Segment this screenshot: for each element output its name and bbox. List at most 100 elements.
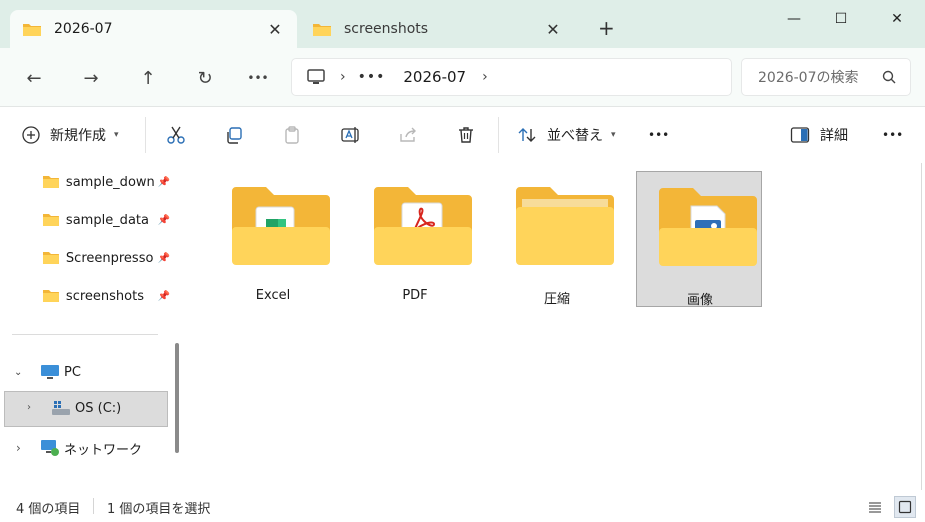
details-label: 詳細: [820, 128, 848, 144]
folder-label: Excel: [255, 288, 291, 303]
folder-label: PDF: [402, 288, 428, 303]
command-bar: 新規作成 ▾ 並べ替え ▾ ••• 詳細 •••: [0, 107, 925, 164]
folder-icon: [42, 290, 59, 302]
chevron-right-icon[interactable]: ›: [27, 402, 31, 413]
pdf-folder-icon: [374, 187, 472, 265]
details-pane-icon: [790, 127, 810, 143]
details-view-button[interactable]: [864, 496, 886, 518]
sort-arrows-icon: [518, 128, 536, 142]
new-tab-button[interactable]: +: [598, 16, 615, 40]
details-pane-button[interactable]: 詳細: [790, 121, 848, 149]
tab-close-icon[interactable]: ✕: [539, 20, 567, 39]
sidebar-item-label: PC: [64, 364, 81, 380]
folder-icon: [42, 214, 59, 226]
refresh-button[interactable]: ↻: [191, 64, 219, 92]
share-icon: [400, 127, 416, 142]
divider: [145, 117, 146, 153]
folder-tile-compressed[interactable]: 圧縮: [494, 171, 620, 307]
sidebar-item-sample-download[interactable]: sample_downl 📌: [0, 167, 170, 197]
divider: [93, 498, 94, 514]
sort-button[interactable]: 並べ替え ▾: [517, 121, 616, 149]
up-button[interactable]: ↑: [134, 64, 162, 92]
more-nav-button[interactable]: •••: [244, 64, 272, 92]
folder-icon: [42, 176, 59, 188]
navigation-bar: ← → ↑ ↻ ••• › ••• 2026-07 › 2026-07の検索: [0, 48, 925, 107]
sidebar-item-network[interactable]: › ネットワーク: [0, 433, 170, 463]
navigation-pane: sample_downl 📌 sample_data 📌 Screenpress…: [0, 163, 188, 490]
folder-tile-excel[interactable]: Excel: [210, 171, 336, 307]
sidebar-scrollbar[interactable]: [175, 343, 179, 453]
monitor-icon: [307, 69, 325, 84]
sidebar-item-label: screenshots: [65, 288, 144, 304]
large-icons-view-button[interactable]: [894, 496, 916, 518]
chevron-right-icon[interactable]: ›: [16, 441, 21, 455]
sidebar-divider: [12, 334, 158, 335]
tab-2026-07[interactable]: 2026-07 ✕: [10, 10, 297, 48]
share-button[interactable]: [398, 121, 418, 149]
rename-icon: [341, 127, 359, 143]
chevron-down-icon[interactable]: ⌄: [14, 367, 22, 378]
sidebar-item-label: ネットワーク: [64, 442, 143, 458]
paste-button[interactable]: [282, 121, 302, 149]
plus-circle-icon: [22, 126, 40, 144]
tab-label: screenshots: [344, 21, 429, 37]
forward-button[interactable]: →: [77, 64, 105, 92]
maximize-button[interactable]: ☐: [821, 8, 861, 30]
folder-icon: [516, 187, 614, 265]
folder-icon: [42, 252, 59, 264]
breadcrumb-current[interactable]: 2026-07: [403, 68, 466, 86]
folder-label: 圧縮: [543, 292, 570, 307]
folder-tile-pdf[interactable]: PDF: [352, 171, 478, 307]
cut-button[interactable]: [166, 121, 186, 149]
sidebar-item-sample-data[interactable]: sample_data 📌: [0, 205, 170, 235]
tab-label: 2026-07: [54, 21, 113, 37]
sidebar-item-os-c[interactable]: › OS (C:): [4, 391, 168, 427]
search-icon[interactable]: [882, 70, 896, 84]
sidebar-item-label: sample_data: [65, 212, 149, 228]
more-options-button[interactable]: •••: [648, 121, 669, 149]
scissors-icon: [167, 126, 185, 144]
sidebar-item-screenshots[interactable]: screenshots 📌: [0, 281, 170, 311]
sidebar-item-pc[interactable]: ⌄ PC: [0, 357, 170, 387]
back-button[interactable]: ←: [20, 64, 48, 92]
tab-close-icon[interactable]: ✕: [261, 20, 289, 39]
folder-tile-images[interactable]: 画像: [636, 171, 762, 308]
new-label: 新規作成: [50, 128, 106, 144]
search-box[interactable]: 2026-07の検索: [741, 58, 911, 96]
breadcrumb-separator[interactable]: ›: [482, 69, 488, 85]
chevron-down-icon: ▾: [611, 130, 616, 140]
tab-screenshots[interactable]: screenshots ✕: [300, 10, 575, 48]
search-input[interactable]: 2026-07の検索: [758, 67, 868, 87]
title-bar: 2026-07 ✕ screenshots ✕ + — ☐ ✕: [0, 0, 925, 48]
drive-icon: [52, 401, 70, 415]
sidebar-item-screenpresso[interactable]: Screenpresso 📌: [0, 243, 170, 273]
copy-button[interactable]: [224, 121, 244, 149]
breadcrumb-separator[interactable]: ›: [340, 69, 346, 85]
status-bar: 4 個の項目 1 個の項目を選択: [0, 490, 925, 522]
chevron-down-icon: ▾: [114, 130, 119, 140]
breadcrumb-overflow[interactable]: •••: [358, 69, 386, 85]
file-list: Excel PDF 圧縮 画像: [188, 163, 925, 490]
list-view-icon: [869, 502, 881, 513]
pin-icon: 📌: [157, 176, 170, 188]
selection-count: 1 個の項目を選択: [107, 502, 211, 517]
tile-view-icon: [898, 500, 912, 514]
delete-button[interactable]: [456, 121, 476, 149]
folder-icon: [313, 24, 331, 36]
sidebar-item-label: sample_downl: [65, 174, 154, 190]
minimize-button[interactable]: —: [774, 8, 814, 30]
item-count: 4 個の項目: [16, 502, 81, 517]
new-button[interactable]: 新規作成 ▾: [22, 121, 119, 149]
image-folder-icon: [659, 188, 757, 266]
rename-button[interactable]: [340, 121, 360, 149]
address-bar[interactable]: › ••• 2026-07 ›: [291, 58, 732, 96]
copy-icon: [227, 127, 242, 144]
pin-icon: 📌: [157, 252, 170, 264]
see-more-button[interactable]: •••: [882, 121, 903, 149]
window-edge: [921, 163, 922, 522]
pin-icon: 📌: [157, 290, 170, 302]
trash-icon: [459, 127, 473, 143]
pc-icon: [41, 365, 59, 379]
close-button[interactable]: ✕: [877, 8, 917, 30]
sidebar-item-label: Screenpresso: [65, 250, 154, 266]
